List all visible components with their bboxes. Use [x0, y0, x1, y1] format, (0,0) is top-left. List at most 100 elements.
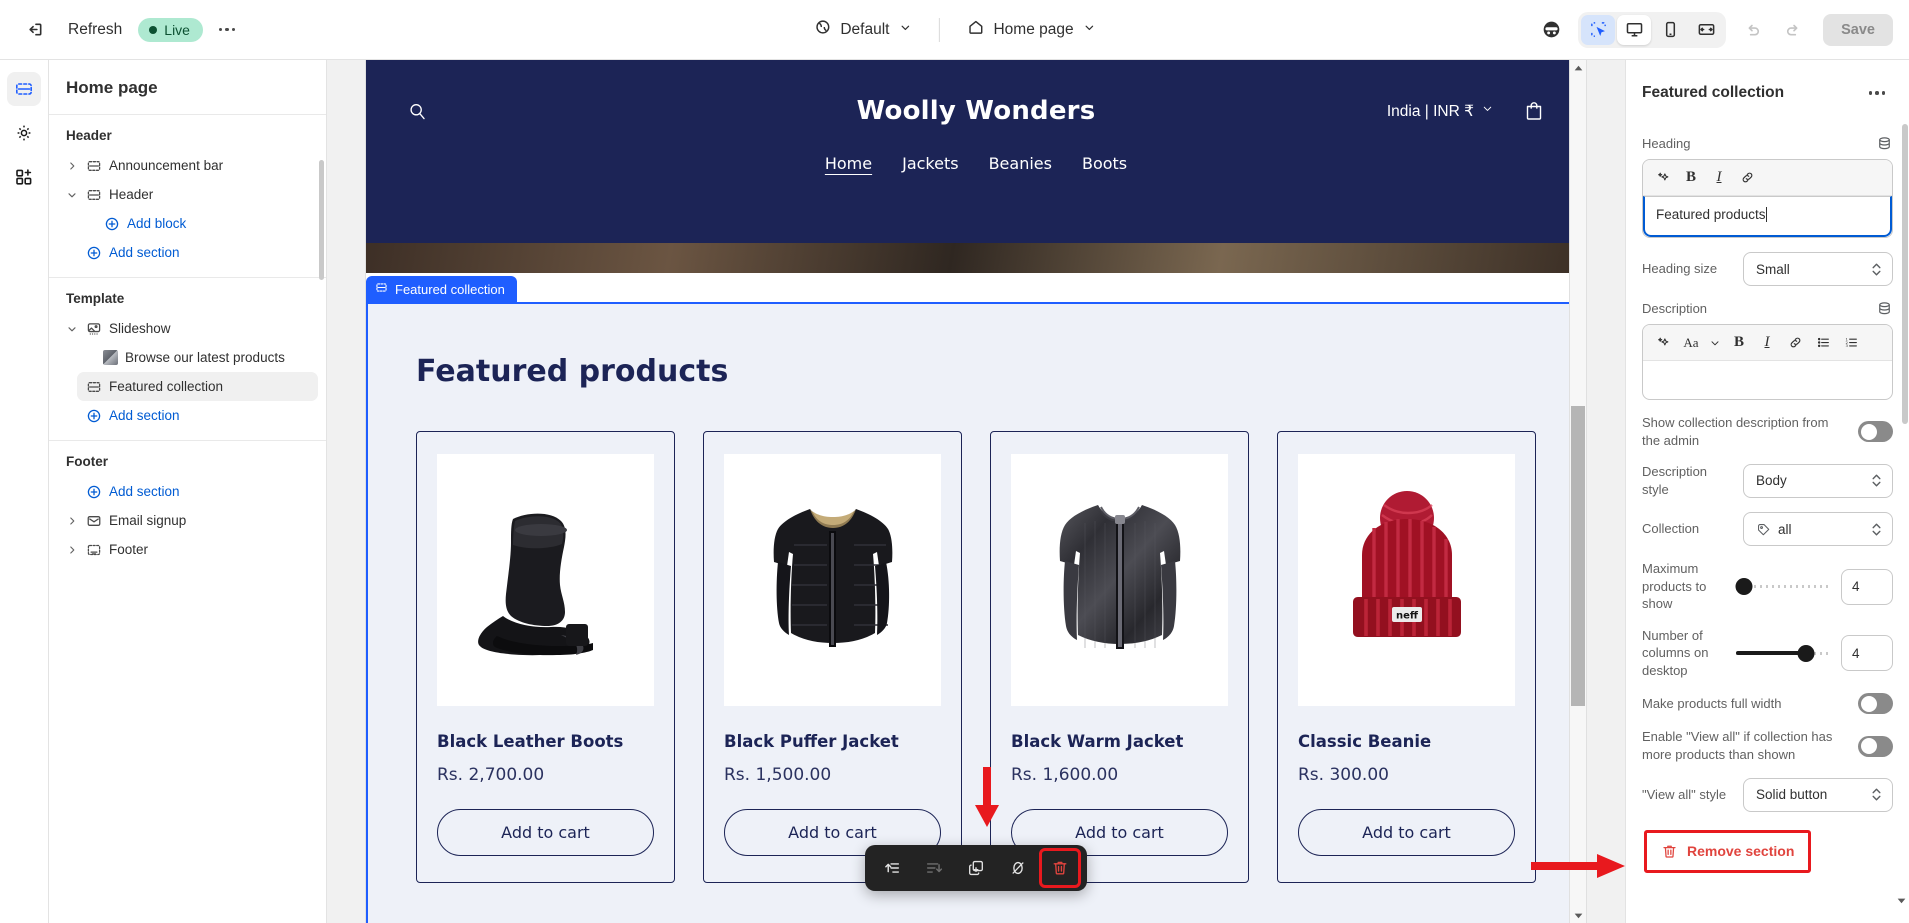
- sidebar-item-announcement-bar[interactable]: Announcement bar: [57, 151, 318, 180]
- full-width-icon[interactable]: [1689, 15, 1723, 45]
- max-products-input[interactable]: 4: [1841, 568, 1893, 605]
- description-toolbar: Aa B I 1 2 3: [1643, 325, 1892, 361]
- sections-icon[interactable]: [7, 72, 41, 106]
- link-icon[interactable]: [1734, 165, 1760, 190]
- scroll-down-icon[interactable]: [1573, 907, 1584, 923]
- panel-scroll-down-icon[interactable]: [1896, 893, 1907, 911]
- slider-thumb[interactable]: [1735, 578, 1753, 595]
- numbered-list-icon[interactable]: 1 2 3: [1838, 330, 1864, 355]
- dynamic-source-icon[interactable]: [1876, 300, 1893, 317]
- duplicate-section-icon[interactable]: [959, 852, 993, 884]
- incognito-icon[interactable]: [1533, 12, 1569, 48]
- description-input[interactable]: [1643, 361, 1892, 399]
- bold-icon[interactable]: B: [1726, 330, 1752, 355]
- chevron-down-icon[interactable]: [1706, 330, 1724, 355]
- mobile-icon[interactable]: [1653, 15, 1687, 45]
- columns-slider[interactable]: [1736, 643, 1831, 663]
- show-collection-description-toggle[interactable]: [1858, 421, 1893, 443]
- add-to-cart-button[interactable]: Add to cart: [1298, 809, 1515, 856]
- max-products-slider[interactable]: [1735, 577, 1831, 597]
- sidebar-scrollbar[interactable]: [319, 160, 324, 280]
- chevron-right-icon[interactable]: [65, 544, 78, 556]
- product-card[interactable]: Black Puffer Jacket Rs. 1,500.00 Add to ca…: [703, 431, 962, 883]
- view-all-style-select[interactable]: Solid button: [1743, 777, 1893, 812]
- theme-selector[interactable]: Default: [802, 12, 922, 47]
- add-to-cart-button[interactable]: Add to cart: [437, 809, 654, 856]
- desktop-icon[interactable]: [1617, 14, 1652, 45]
- chevron-right-icon[interactable]: [65, 515, 78, 527]
- live-label: Live: [164, 21, 190, 38]
- save-button[interactable]: Save: [1823, 13, 1893, 46]
- chevron-down-icon[interactable]: [65, 189, 78, 201]
- section-badge-label: Featured collection: [395, 281, 505, 297]
- slider-thumb[interactable]: [1797, 644, 1815, 662]
- toggle-knob: [1861, 695, 1877, 712]
- delete-section-icon[interactable]: [1039, 848, 1081, 888]
- sidebar-item-add-section[interactable]: Add section: [77, 238, 318, 267]
- panel-scroll-thumb[interactable]: [1902, 124, 1908, 424]
- font-size-icon[interactable]: Aa: [1678, 330, 1704, 355]
- store-brand[interactable]: Woolly Wonders: [857, 96, 1096, 126]
- storefront-nav-boots[interactable]: Boots: [1082, 154, 1127, 176]
- italic-icon[interactable]: I: [1754, 330, 1780, 355]
- redo-icon[interactable]: [1774, 12, 1810, 48]
- heading-input[interactable]: Featured products: [1645, 197, 1890, 235]
- product-card[interactable]: neff Classic Beanie Rs. 300.00 Add to cart: [1277, 431, 1536, 883]
- section-badge[interactable]: Featured collection: [366, 276, 517, 302]
- full-width-toggle[interactable]: [1858, 693, 1893, 715]
- preview-scrollbar[interactable]: [1569, 60, 1586, 923]
- featured-collection-section[interactable]: Featured collection Featured products Bl…: [366, 276, 1586, 923]
- collection-select[interactable]: all: [1743, 512, 1893, 547]
- preview-scroll-track[interactable]: [1570, 76, 1586, 907]
- storefront-nav-home[interactable]: Home: [825, 154, 872, 176]
- select-cursor-icon[interactable]: [1581, 14, 1616, 45]
- ai-sparkle-icon[interactable]: [1650, 330, 1676, 355]
- sidebar-item-add-section[interactable]: Add section: [77, 477, 318, 506]
- heading-size-select[interactable]: Small: [1743, 252, 1893, 286]
- remove-section-button[interactable]: Remove section: [1649, 834, 1806, 869]
- scroll-up-icon[interactable]: [1573, 60, 1584, 76]
- description-style-select[interactable]: Body: [1743, 463, 1893, 498]
- sidebar-item-browse-our-latest-products[interactable]: Browse our latest products: [95, 343, 318, 372]
- sidebar-item-email-signup[interactable]: Email signup: [57, 506, 318, 535]
- sidebar-item-featured-collection[interactable]: Featured collection: [77, 372, 318, 401]
- move-section-down-icon[interactable]: [917, 852, 951, 884]
- sidebar-item-slideshow[interactable]: Slideshow: [57, 314, 318, 343]
- more-options-button[interactable]: [209, 12, 245, 48]
- page-selector[interactable]: Home page: [955, 12, 1106, 47]
- storefront-nav-jackets[interactable]: Jackets: [902, 154, 958, 176]
- dynamic-source-icon[interactable]: [1876, 135, 1893, 152]
- chevron-down-icon[interactable]: [65, 323, 78, 335]
- move-section-up-icon[interactable]: [875, 852, 909, 884]
- sidebar-item-header[interactable]: Header: [57, 180, 318, 209]
- bullet-list-icon[interactable]: [1810, 330, 1836, 355]
- sidebar-item-add-section[interactable]: Add section: [77, 401, 318, 430]
- undo-icon[interactable]: [1735, 12, 1771, 48]
- exit-icon[interactable]: [16, 12, 52, 48]
- cart-icon[interactable]: [1522, 99, 1546, 123]
- description-label: Description: [1642, 301, 1708, 316]
- settings-gear-icon[interactable]: [7, 116, 41, 150]
- ai-sparkle-icon[interactable]: [1650, 165, 1676, 190]
- italic-icon[interactable]: I: [1706, 165, 1732, 190]
- product-card[interactable]: Black Leather Boots Rs. 2,700.00 Add to ca…: [416, 431, 675, 883]
- panel-more-options-button[interactable]: [1859, 75, 1895, 111]
- refresh-button[interactable]: Refresh: [58, 21, 132, 39]
- hide-section-icon[interactable]: [1001, 852, 1035, 884]
- sidebar-item-footer[interactable]: Footer: [57, 535, 318, 564]
- preview-scroll-thumb[interactable]: [1571, 406, 1585, 706]
- theme-selector-label: Default: [840, 20, 890, 38]
- apps-icon[interactable]: [7, 160, 41, 194]
- view-all-enable-toggle[interactable]: [1858, 735, 1893, 757]
- chevron-right-icon[interactable]: [65, 160, 78, 172]
- panel-scrollbar[interactable]: [1902, 124, 1908, 889]
- link-icon[interactable]: [1782, 330, 1808, 355]
- chevron-updown-icon: [1870, 261, 1883, 278]
- storefront-nav-beanies[interactable]: Beanies: [989, 154, 1052, 176]
- product-card[interactable]: Black Warm Jacket Rs. 1,600.00 Add to cart: [990, 431, 1249, 883]
- bold-icon[interactable]: B: [1678, 165, 1704, 190]
- search-icon[interactable]: [406, 100, 429, 123]
- columns-input[interactable]: 4: [1841, 635, 1893, 672]
- sidebar-item-add-block[interactable]: Add block: [95, 209, 318, 238]
- locale-currency-selector[interactable]: India | INR ₹: [1387, 102, 1494, 121]
